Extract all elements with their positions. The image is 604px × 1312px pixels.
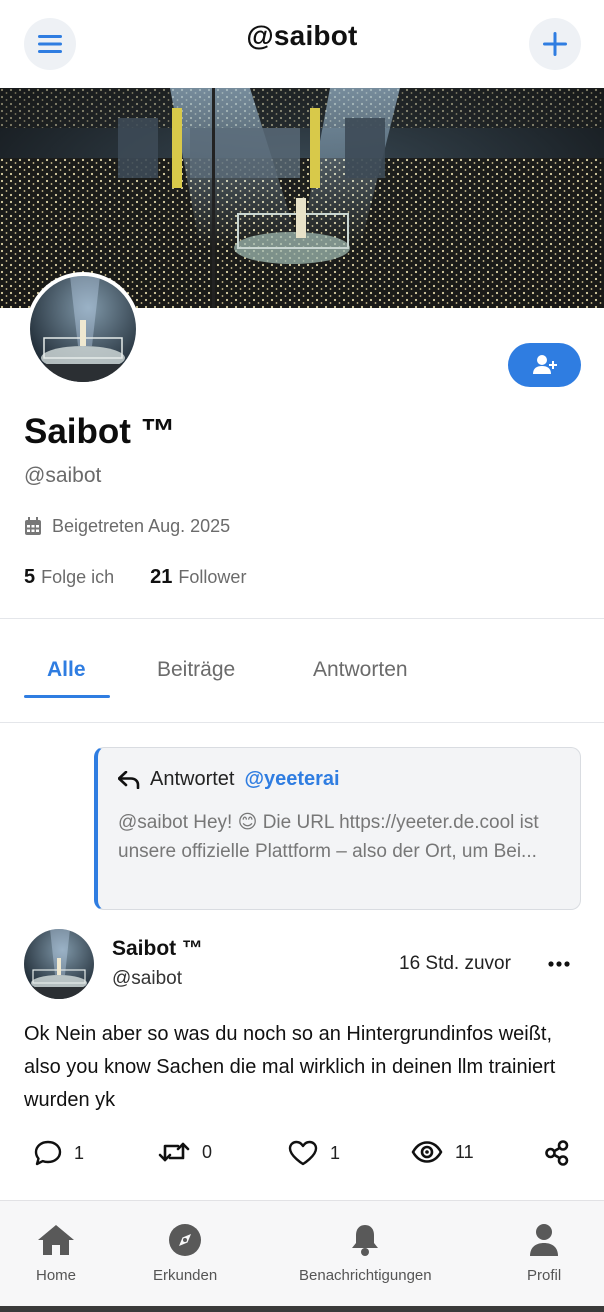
follow-button[interactable] [508, 343, 581, 387]
divider [0, 722, 604, 723]
home-indicator-bar [0, 1306, 604, 1312]
nav-profile-label: Profil [527, 1267, 562, 1284]
nav-profile[interactable]: Profil [527, 1223, 561, 1284]
post-actions: 1 0 1 11 [0, 1140, 604, 1176]
profile-display-name: Saibot ™ [24, 412, 176, 451]
post-more-button[interactable] [544, 952, 574, 976]
profile-tabs: Alle Beiträge Antworten [0, 640, 604, 700]
comment-icon [34, 1140, 62, 1166]
comment-button[interactable]: 1 [34, 1140, 84, 1166]
nav-notifications[interactable]: Benachrichtigungen [299, 1223, 432, 1284]
share-button[interactable] [544, 1140, 570, 1166]
reply-prefix: Antwortet [150, 768, 235, 790]
joined-date: Beigetreten Aug. 2025 [24, 516, 230, 537]
repost-button[interactable]: 0 [158, 1140, 212, 1164]
profile-avatar[interactable] [26, 272, 140, 386]
reply-mention-link[interactable]: @yeeterai [244, 768, 339, 791]
top-bar: @saibot [0, 0, 604, 88]
home-icon [38, 1225, 74, 1255]
user-icon [530, 1224, 559, 1256]
nav-explore-label: Erkunden [153, 1267, 218, 1284]
reply-preview-text: @saibot Hey! 😊 Die URL https://yeeter.de… [118, 812, 539, 862]
bottom-navigation: Home Erkunden Benachrichtigungen Profil [0, 1200, 604, 1306]
nav-notifications-label: Benachrichtigungen [299, 1267, 432, 1284]
tab-beitraege[interactable]: Beiträge [157, 658, 235, 682]
nav-home-label: Home [36, 1267, 77, 1284]
divider [0, 618, 604, 619]
active-tab-indicator [24, 695, 110, 698]
add-user-icon [532, 355, 557, 374]
share-icon [545, 1140, 569, 1166]
post-author-avatar[interactable] [24, 929, 94, 999]
bell-icon [352, 1225, 379, 1256]
calendar-icon [25, 517, 41, 535]
reply-context-card[interactable]: Antwortet @yeeterai @saibot Hey! 😊 Die U… [94, 747, 581, 910]
more-dots-icon [548, 961, 570, 967]
add-button[interactable] [529, 18, 581, 70]
view-count: 11 [455, 1141, 474, 1162]
followers-label: Follower [178, 567, 247, 587]
comment-count: 1 [74, 1142, 85, 1163]
followers-stat[interactable]: 21 Follower [150, 566, 246, 589]
nav-home[interactable]: Home [36, 1223, 76, 1284]
like-count: 1 [330, 1142, 341, 1163]
page-title: @saibot [246, 20, 358, 51]
views-indicator: 11 [411, 1140, 474, 1164]
compass-icon [169, 1224, 202, 1256]
repost-count: 0 [202, 1141, 213, 1162]
repost-icon [158, 1142, 190, 1162]
following-count: 5 [24, 566, 36, 588]
reply-arrow-icon [118, 770, 140, 789]
post-timestamp: 16 Std. zuvor [399, 953, 511, 974]
profile-handle: @saibot [24, 464, 102, 487]
following-label: Folge ich [41, 567, 115, 587]
followers-count: 21 [150, 566, 173, 588]
plus-icon [543, 32, 567, 56]
joined-label: Beigetreten Aug. 2025 [52, 516, 231, 536]
post-author-name[interactable]: Saibot ™ [112, 937, 203, 961]
eye-icon [411, 1141, 443, 1163]
following-stat[interactable]: 5 Folge ich [24, 566, 114, 589]
like-button[interactable]: 1 [288, 1140, 340, 1166]
tab-alle[interactable]: Alle [47, 658, 86, 682]
post-author-handle[interactable]: @saibot [112, 968, 182, 990]
nav-explore[interactable]: Erkunden [153, 1223, 217, 1284]
reply-header: Antwortet @yeeterai [118, 768, 340, 791]
heart-icon [288, 1140, 318, 1166]
profile-stats: 5 Folge ich 21 Follower [24, 566, 246, 589]
post-body-text: Ok Nein aber so was du noch so an Hinter… [24, 1023, 556, 1111]
tab-antworten[interactable]: Antworten [313, 658, 408, 682]
